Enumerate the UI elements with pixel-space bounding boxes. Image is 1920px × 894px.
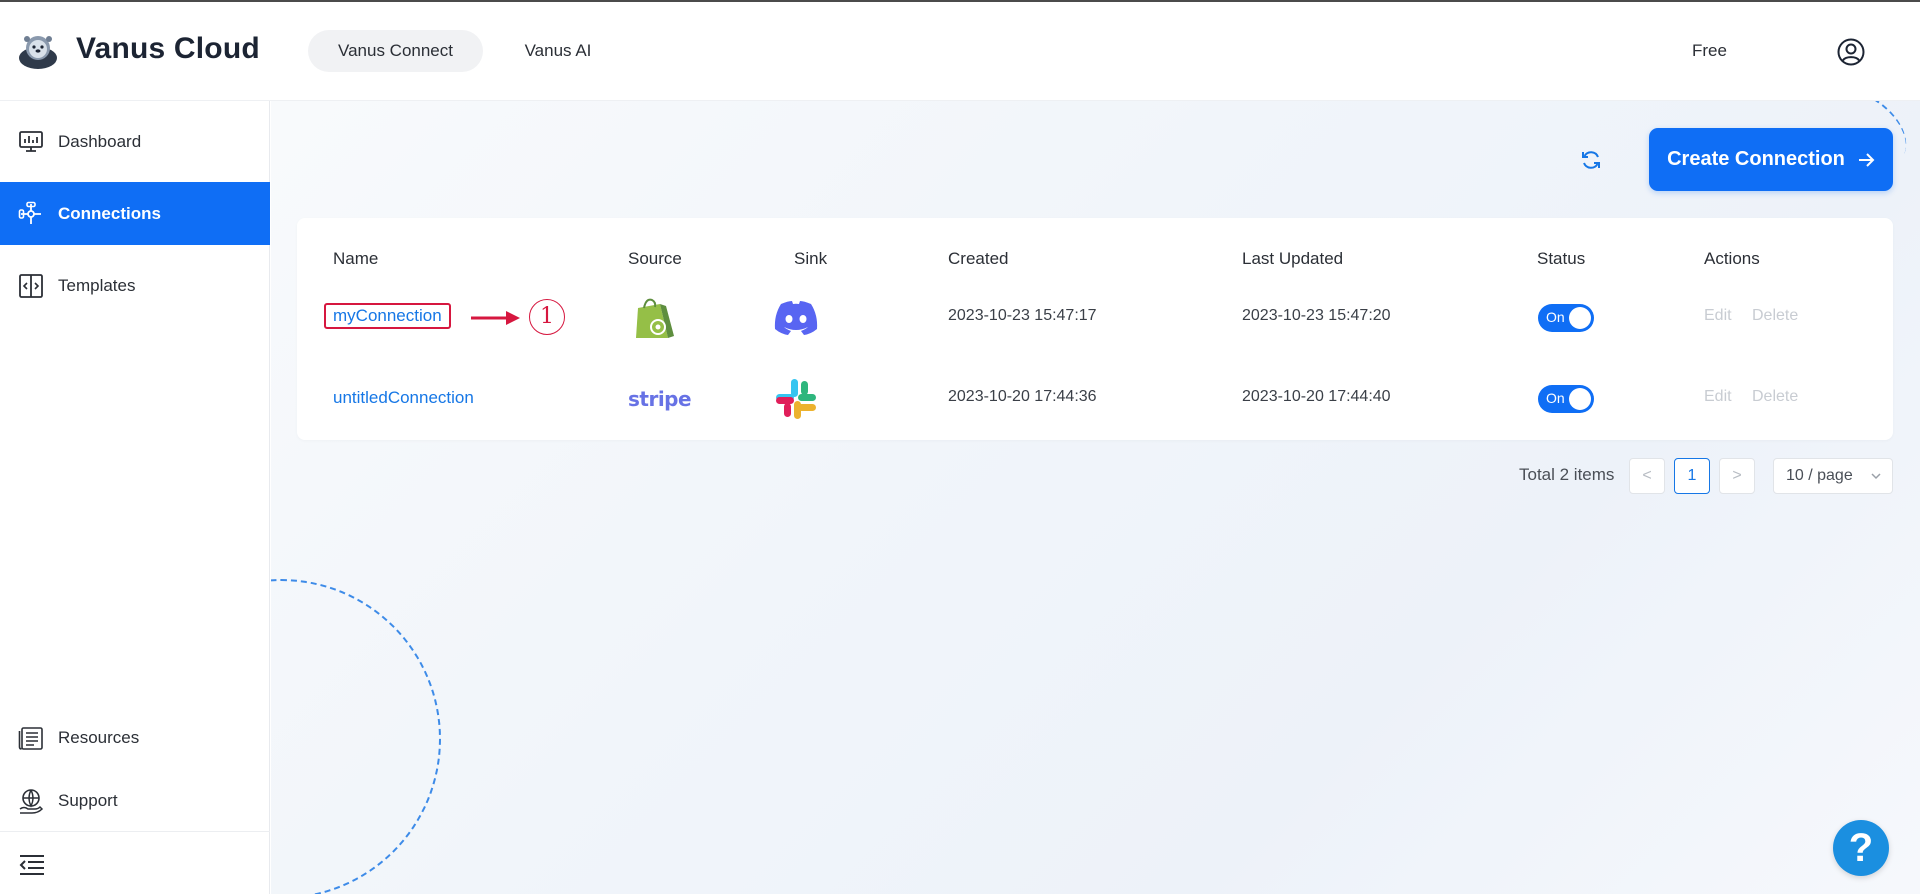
- tab-vanus-ai[interactable]: Vanus AI: [500, 30, 616, 72]
- status-toggle-label: On: [1546, 309, 1565, 325]
- decorative-dashed-circle: [271, 579, 441, 894]
- pagination-page-1[interactable]: 1: [1674, 458, 1710, 494]
- sidebar-item-support[interactable]: Support: [0, 769, 270, 832]
- shopify-icon: [636, 298, 674, 338]
- top-header: Vanus Cloud Vanus Connect Vanus AI Free: [0, 2, 1920, 101]
- column-header-last-updated: Last Updated: [1242, 249, 1344, 268]
- refresh-icon[interactable]: [1580, 149, 1602, 171]
- edit-button[interactable]: Edit: [1704, 307, 1732, 325]
- discord-icon: [774, 301, 818, 335]
- delete-button[interactable]: Delete: [1752, 388, 1798, 406]
- status-toggle[interactable]: On: [1538, 304, 1594, 332]
- sidebar-item-templates[interactable]: Templates: [0, 254, 270, 317]
- create-connection-button[interactable]: Create Connection: [1649, 128, 1893, 191]
- pagination-next-button[interactable]: >: [1719, 458, 1755, 494]
- globe-hand-icon: [19, 788, 44, 814]
- column-header-created: Created: [948, 249, 1009, 268]
- column-header-source: Source: [628, 249, 682, 268]
- table-row: untitledConnection stripe 2023-10-20 17:…: [297, 360, 1893, 440]
- arrow-right-icon: [1858, 152, 1875, 167]
- status-toggle-label: On: [1546, 390, 1565, 406]
- resources-icon: [18, 726, 43, 750]
- sidebar: Dashboard Connections Templates Resource…: [0, 101, 270, 894]
- connections-icon: [18, 201, 41, 224]
- slack-icon: [776, 379, 816, 419]
- connection-name-cell: myConnection: [324, 303, 451, 329]
- last-updated-cell: 2023-10-20 17:44:40: [1242, 388, 1391, 405]
- column-header-name: Name: [333, 249, 379, 268]
- column-header-status: Status: [1537, 249, 1586, 268]
- brand-name: Vanus Cloud: [76, 32, 260, 65]
- created-cell: 2023-10-23 15:47:17: [948, 307, 1097, 324]
- annotation-arrow-icon: [471, 311, 520, 325]
- user-account-icon[interactable]: [1837, 38, 1865, 66]
- status-toggle-knob: [1569, 388, 1591, 410]
- table-row: myConnection 1 2023-10-23 15:47:17 2023-…: [297, 279, 1893, 359]
- connection-name-cell: untitledConnection: [333, 388, 474, 408]
- sidebar-item-resources[interactable]: Resources: [0, 706, 270, 769]
- page-size-value: 10 / page: [1786, 467, 1853, 484]
- last-updated-cell: 2023-10-23 15:47:20: [1242, 307, 1391, 324]
- chevron-down-icon: [1871, 473, 1881, 480]
- connections-table: Name Source Sink Created Last Updated St…: [297, 218, 1893, 440]
- pagination-total: Total 2 items: [1519, 465, 1615, 484]
- otter-logo-icon: [19, 36, 57, 69]
- connection-name-link[interactable]: myConnection: [324, 303, 451, 329]
- stripe-logo: stripe: [628, 387, 692, 411]
- status-toggle[interactable]: On: [1538, 385, 1594, 413]
- annotation-step-number: 1: [529, 299, 565, 335]
- column-header-sink: Sink: [794, 249, 828, 268]
- edit-button[interactable]: Edit: [1704, 388, 1732, 406]
- main-content: Create Connection Name Source Sink Creat…: [271, 101, 1920, 894]
- page-size-select[interactable]: 10 / page: [1773, 458, 1893, 494]
- sidebar-item-label: Templates: [58, 275, 136, 295]
- monitor-icon: [19, 130, 43, 152]
- created-cell: 2023-10-20 17:44:36: [948, 388, 1097, 405]
- help-button[interactable]: ?: [1833, 820, 1889, 876]
- pagination-prev-button[interactable]: <: [1629, 458, 1665, 494]
- plan-label[interactable]: Free: [1692, 41, 1727, 61]
- sidebar-item-label: Resources: [58, 727, 140, 747]
- sidebar-divider: [0, 831, 270, 832]
- column-header-actions: Actions: [1704, 249, 1760, 268]
- status-toggle-knob: [1569, 307, 1591, 329]
- connection-name-link[interactable]: untitledConnection: [333, 388, 474, 407]
- tab-vanus-connect[interactable]: Vanus Connect: [308, 30, 483, 72]
- sidebar-item-connections[interactable]: Connections: [0, 182, 270, 245]
- sidebar-item-label: Dashboard: [58, 131, 142, 151]
- sidebar-item-dashboard[interactable]: Dashboard: [0, 110, 270, 173]
- sidebar-item-label: Connections: [58, 203, 161, 223]
- sidebar-item-label: Support: [58, 790, 118, 810]
- templates-icon: [19, 273, 43, 298]
- delete-button[interactable]: Delete: [1752, 307, 1798, 325]
- collapse-sidebar-icon[interactable]: [18, 853, 46, 877]
- create-connection-label: Create Connection: [1667, 148, 1845, 170]
